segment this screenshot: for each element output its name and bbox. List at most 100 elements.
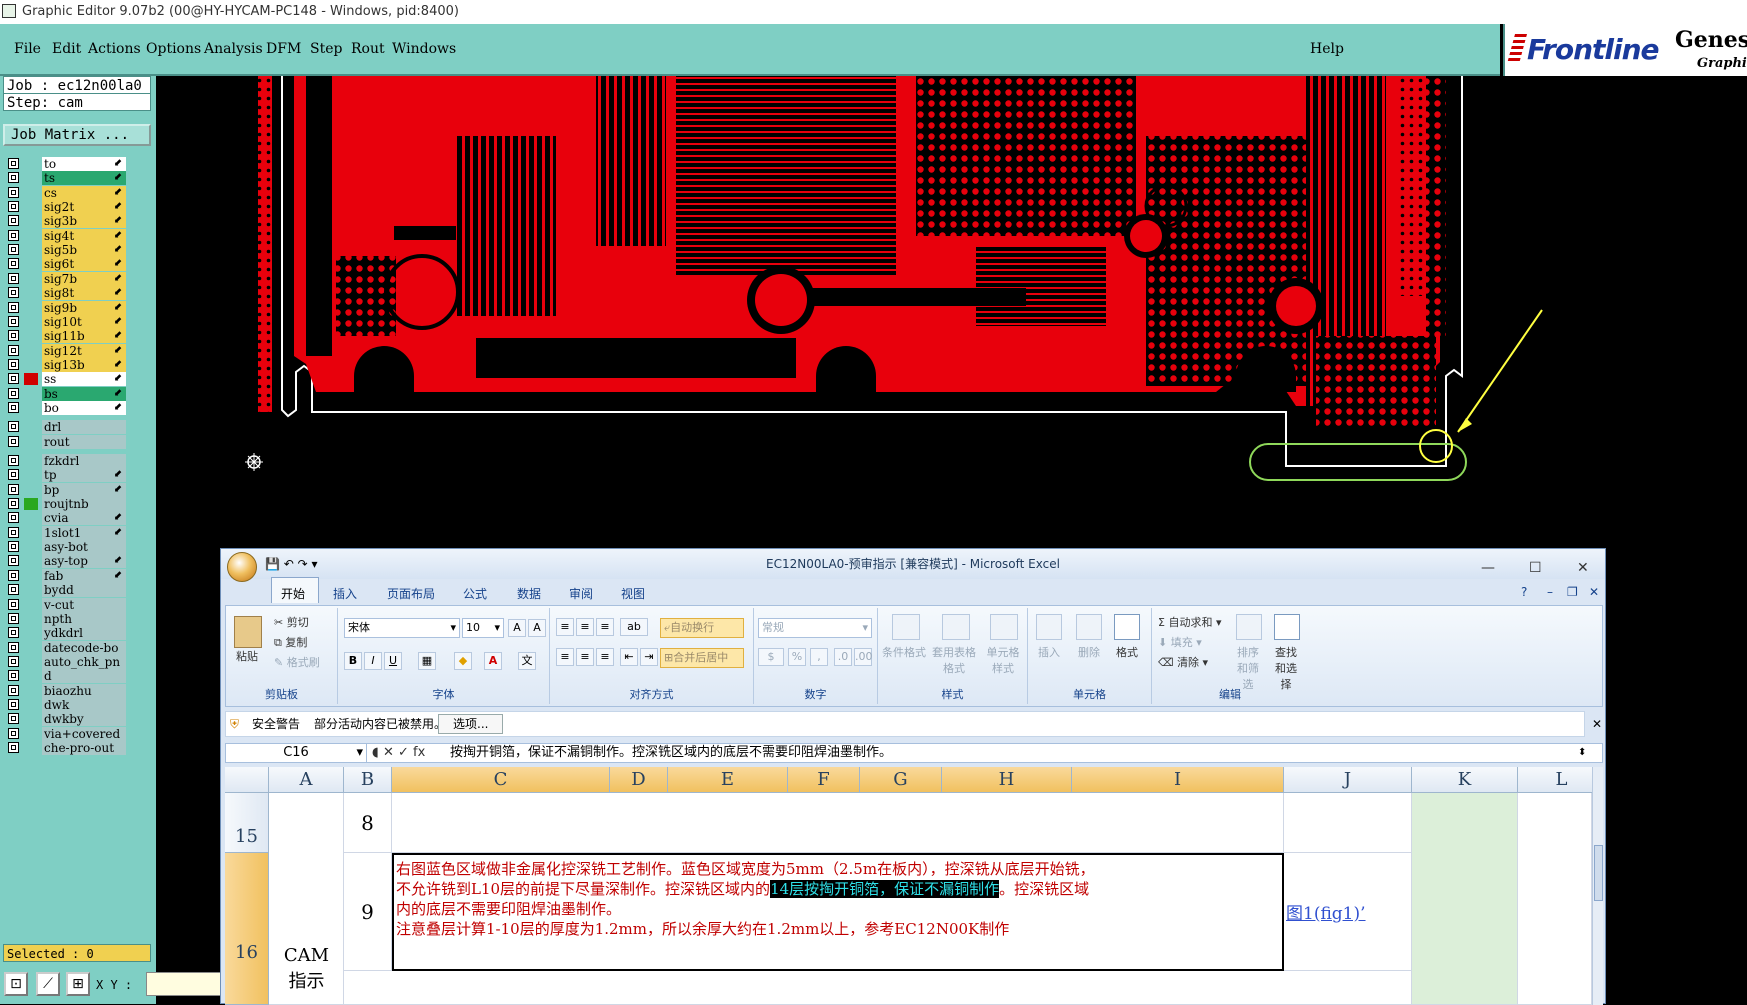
cell-b15[interactable]: 8 [344, 793, 392, 853]
vertical-scrollbar[interactable] [1592, 767, 1603, 1005]
scrollbar-thumb[interactable] [1594, 845, 1603, 901]
menu-dfm[interactable]: DFM [266, 41, 301, 57]
layer-name[interactable]: sig12t ⬋ [42, 343, 126, 358]
layer-checkbox[interactable] [8, 555, 19, 567]
layer-name[interactable]: sig11b ⬋ [42, 329, 126, 344]
layer-name[interactable]: sig6t ⬋ [42, 257, 126, 272]
find-select-button[interactable]: 查找和选择 [1270, 644, 1302, 692]
align-left-icon[interactable]: ≡ [556, 648, 574, 666]
layer-checkbox[interactable] [8, 229, 19, 241]
cell-style-button[interactable]: 单元格样式 [982, 644, 1024, 676]
layer-checkbox[interactable] [8, 698, 19, 710]
layer-name[interactable]: fab ⬋ [42, 568, 126, 583]
increase-decimal-icon[interactable]: .0 [834, 648, 852, 666]
layer-name[interactable]: v-cut [42, 597, 126, 612]
layer-checkbox[interactable] [8, 641, 19, 653]
layer-checkbox[interactable] [8, 670, 19, 682]
align-middle-icon[interactable]: ≡ [576, 618, 594, 636]
column-header-k[interactable]: K [1412, 767, 1518, 793]
layer-name[interactable]: bp ⬋ [42, 482, 126, 497]
office-button-icon[interactable] [227, 552, 257, 582]
decrease-indent-icon[interactable]: ⇤ [620, 648, 638, 666]
layer-name[interactable]: che-pro-out [42, 741, 126, 755]
zoom-box-icon[interactable]: ⊡ [4, 972, 28, 996]
comma-icon[interactable]: , [810, 648, 828, 666]
format-painter-button[interactable]: ✎ 格式刷 [274, 654, 320, 670]
align-top-icon[interactable]: ≡ [556, 618, 574, 636]
layer-checkbox[interactable] [8, 598, 19, 610]
layer-checkbox[interactable] [8, 201, 19, 213]
sort-filter-button[interactable]: 排序和筛选 [1232, 644, 1264, 692]
cell-a15[interactable] [269, 793, 344, 853]
menu-file[interactable]: File [14, 41, 41, 57]
layer-name[interactable]: dwk [42, 697, 126, 712]
layer-checkbox[interactable] [8, 684, 19, 696]
column-header-f[interactable]: F [788, 767, 860, 793]
layer-checkbox[interactable] [8, 498, 19, 510]
menu-windows[interactable]: Windows [392, 41, 456, 57]
menu-help[interactable]: Help [1310, 41, 1344, 57]
layer-checkbox[interactable] [8, 569, 19, 581]
layer-name[interactable]: auto_chk_pn [42, 654, 126, 669]
layer-name[interactable]: sig7b ⬋ [42, 271, 126, 286]
layer-checkbox[interactable] [8, 373, 19, 385]
percent-icon[interactable]: % [788, 648, 806, 666]
tab-data[interactable]: 数据 [517, 585, 541, 602]
layer-name[interactable]: ss ⬋ [42, 372, 126, 387]
format-cells-button[interactable]: 格式 [1116, 644, 1138, 660]
layer-name[interactable]: d [42, 669, 126, 684]
layer-name[interactable]: fzkdrl [42, 454, 126, 468]
layer-checkbox[interactable] [8, 301, 19, 313]
column-header-h[interactable]: H [942, 767, 1072, 793]
layer-checkbox[interactable] [8, 727, 19, 739]
menu-rout[interactable]: Rout [351, 41, 385, 57]
fill-color-icon[interactable]: ◆ [454, 652, 472, 670]
cell-b16[interactable]: 9 [344, 853, 392, 971]
cell-style-icon[interactable] [990, 614, 1018, 640]
layer-checkbox[interactable] [8, 612, 19, 624]
layer-row-rout[interactable]: rout [6, 434, 126, 450]
layer-checkbox[interactable] [8, 483, 19, 495]
tab-formulas[interactable]: 公式 [463, 585, 487, 602]
cell-l15[interactable] [1518, 793, 1592, 1005]
column-header-g[interactable]: G [860, 767, 942, 793]
formula-content[interactable]: 按掏开铜箔，保证不漏铜制作。控深铣区域内的底层不需要印阻焊油墨制作。 [450, 744, 892, 762]
cell-j15[interactable] [1284, 793, 1412, 853]
cut-button[interactable]: ✂ 剪切 [274, 614, 309, 630]
layer-name[interactable]: sig10t ⬋ [42, 314, 126, 329]
layer-name[interactable]: sig2t ⬋ [42, 200, 126, 215]
layer-name[interactable]: datecode-bo [42, 640, 126, 655]
layer-name[interactable]: cvia ⬋ [42, 511, 126, 526]
phonetic-icon[interactable]: 文 [518, 652, 536, 670]
grow-font-icon[interactable]: A [508, 619, 526, 637]
menu-actions[interactable]: Actions [88, 41, 141, 57]
name-box[interactable]: C16 ▾ [226, 744, 367, 762]
layer-checkbox[interactable] [8, 469, 19, 481]
layer-checkbox[interactable] [8, 186, 19, 198]
layer-checkbox[interactable] [8, 435, 19, 447]
xy-input[interactable] [146, 972, 226, 996]
bold-button[interactable]: B [344, 652, 362, 670]
layer-name[interactable]: roujtnb [42, 497, 126, 512]
layer-checkbox[interactable] [8, 244, 19, 256]
font-size-select[interactable]: 10 ▾ [462, 618, 504, 638]
column-header-e[interactable]: E [668, 767, 788, 793]
menu-step[interactable]: Step [310, 41, 342, 57]
font-color-icon[interactable]: A [484, 652, 502, 670]
measure-icon[interactable]: ⟋ [36, 972, 60, 996]
select-all-corner[interactable] [225, 767, 269, 793]
ribbon-restore-icon[interactable]: ❐ [1567, 585, 1578, 599]
column-header-l[interactable]: L [1518, 767, 1603, 793]
layer-checkbox[interactable] [8, 627, 19, 639]
table-format-button[interactable]: 套用表格格式 [930, 644, 978, 676]
currency-icon[interactable]: $ [758, 648, 784, 666]
italic-button[interactable]: I [364, 652, 382, 670]
menu-analysis[interactable]: Analysis [204, 41, 263, 57]
delete-cells-button[interactable]: 删除 [1078, 644, 1100, 660]
tab-home[interactable]: 开始 [281, 585, 305, 602]
border-icon[interactable]: ▦ [418, 652, 436, 670]
column-header-i[interactable]: I [1072, 767, 1284, 793]
format-cells-icon[interactable] [1114, 614, 1140, 640]
layer-name[interactable]: rout [42, 434, 126, 449]
underline-button[interactable]: U [384, 652, 402, 670]
